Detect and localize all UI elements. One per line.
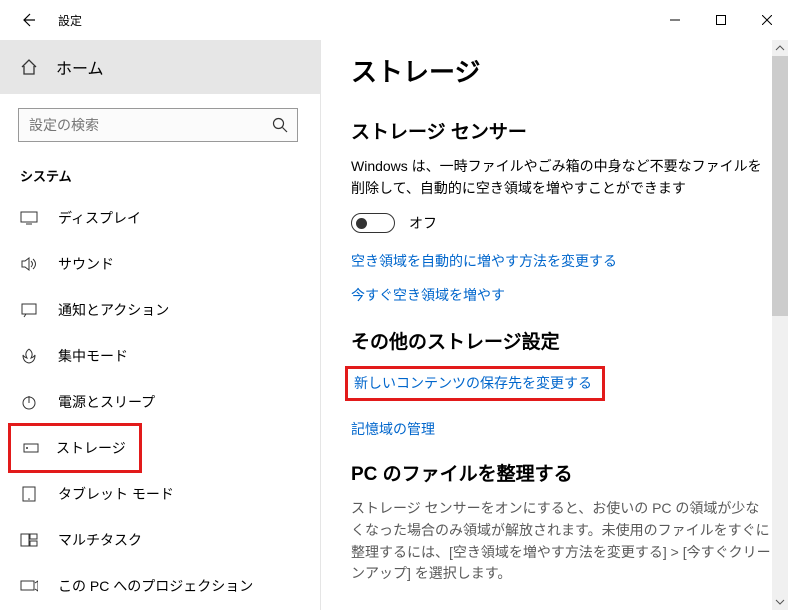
storage-sense-description: Windows は、一時ファイルやごみ箱の中身など不要なファイルを削除して、自動…: [351, 156, 771, 199]
maximize-icon: [716, 15, 726, 25]
sidebar-item-label: マルチタスク: [58, 530, 142, 550]
sidebar-item-label: ストレージ: [56, 438, 126, 458]
sidebar-item-label: 通知とアクション: [58, 300, 169, 320]
sidebar-item-label: 集中モード: [58, 346, 128, 366]
focus-icon: [20, 347, 38, 365]
scroll-down-button[interactable]: [772, 594, 788, 610]
search-icon: [271, 116, 289, 139]
sidebar-item-projection[interactable]: この PC へのプロジェクション: [0, 563, 320, 609]
projection-icon: [20, 577, 38, 595]
sound-icon: [20, 255, 38, 273]
nav-home-label: ホーム: [56, 55, 104, 79]
link-change-save-location[interactable]: 新しいコンテンツの保存先を変更する: [345, 366, 605, 401]
home-icon: [20, 58, 38, 76]
storage-sense-toggle[interactable]: [351, 213, 395, 233]
sidebar-item-label: サウンド: [58, 254, 114, 274]
notifications-icon: [20, 301, 38, 319]
search-input[interactable]: [19, 109, 297, 141]
sidebar-item-label: タブレット モード: [58, 484, 174, 504]
page-title: ストレージ: [351, 52, 771, 89]
titlebar: 設定: [0, 0, 790, 40]
sidebar-item-label: この PC へのプロジェクション: [58, 576, 253, 596]
organize-description: ストレージ センサーをオンにすると、お使いの PC の領域が少なくなった場合のみ…: [351, 498, 771, 585]
link-change-auto-free[interactable]: 空き領域を自動的に増やす方法を変更する: [351, 251, 771, 271]
storage-icon: [22, 439, 40, 457]
toggle-state-label: オフ: [409, 213, 437, 233]
power-icon: [20, 393, 38, 411]
chevron-down-icon: [775, 597, 785, 607]
close-button[interactable]: [744, 5, 790, 35]
toggle-knob: [356, 218, 367, 229]
sidebar-item-multitask[interactable]: マルチタスク: [0, 517, 320, 563]
scrollbar-thumb[interactable]: [772, 56, 788, 316]
arrow-left-icon: [19, 11, 37, 29]
content-pane: ストレージ ストレージ センサー Windows は、一時ファイルやごみ箱の中身…: [321, 40, 790, 610]
window-title: 設定: [58, 12, 82, 29]
link-storage-spaces[interactable]: 記憶域の管理: [351, 419, 771, 439]
sidebar-section-title: システム: [0, 142, 320, 195]
tablet-icon: [20, 485, 38, 503]
minimize-button[interactable]: [652, 5, 698, 35]
section-organize-files: PC のファイルを整理する: [351, 459, 771, 486]
link-free-now[interactable]: 今すぐ空き領域を増やす: [351, 285, 771, 305]
display-icon: [20, 209, 38, 227]
sidebar-item-notifications[interactable]: 通知とアクション: [0, 287, 320, 333]
sidebar-item-sound[interactable]: サウンド: [0, 241, 320, 287]
sidebar-item-label: 電源とスリープ: [58, 392, 155, 412]
maximize-button[interactable]: [698, 5, 744, 35]
section-storage-sense: ストレージ センサー: [351, 117, 771, 144]
section-other-storage: その他のストレージ設定: [351, 327, 771, 354]
sidebar-item-power[interactable]: 電源とスリープ: [0, 379, 320, 425]
scroll-up-button[interactable]: [772, 40, 788, 56]
sidebar-item-storage[interactable]: ストレージ: [10, 425, 140, 471]
sidebar-item-display[interactable]: ディスプレイ: [0, 195, 320, 241]
sidebar-item-tablet[interactable]: タブレット モード: [0, 471, 320, 517]
search-box[interactable]: [18, 108, 298, 142]
minimize-icon: [670, 15, 680, 25]
nav-home[interactable]: ホーム: [0, 40, 320, 94]
back-button[interactable]: [10, 2, 46, 38]
chevron-up-icon: [775, 43, 785, 53]
sidebar-item-focus[interactable]: 集中モード: [0, 333, 320, 379]
sidebar-item-label: ディスプレイ: [58, 208, 141, 228]
close-icon: [762, 15, 772, 25]
multitask-icon: [20, 531, 38, 549]
sidebar: ホーム システム ディスプレイ サウンド 通知とアクション: [0, 40, 320, 610]
